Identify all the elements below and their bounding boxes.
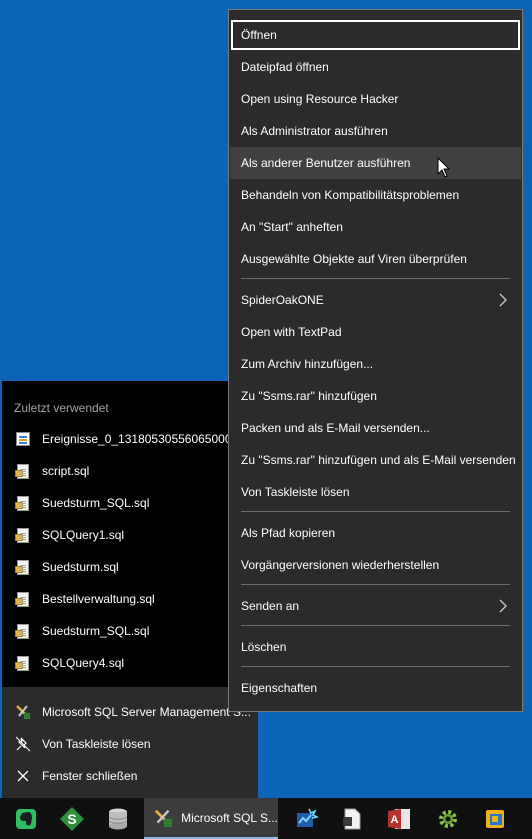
recent-section: Zuletzt verwendet Ereignisse_0_131805305…: [2, 381, 258, 687]
menu-item-virus-scan[interactable]: Ausgewählte Objekte auf Viren überprüfen: [230, 243, 521, 275]
recent-header: Zuletzt verwendet: [14, 401, 109, 415]
menu-item-pin-to-start[interactable]: An "Start" anheften: [230, 211, 521, 243]
taskbar-app-document[interactable]: [330, 798, 374, 839]
sql-file-icon: [15, 559, 31, 575]
unpin-label: Von Taskleiste lösen: [42, 737, 151, 751]
evernote-icon: [16, 808, 36, 829]
context-menu: Öffnen Dateipfad öffnen Open using Resou…: [228, 9, 523, 712]
chevron-right-icon: [499, 599, 507, 613]
recent-item[interactable]: Suedsturm_SQL.sql: [2, 615, 258, 647]
menu-item-resource-hacker[interactable]: Open using Resource Hacker: [230, 83, 521, 115]
taskbar-app-evernote[interactable]: [4, 798, 48, 839]
sql-file-icon: [15, 527, 31, 543]
settings-gear-icon: [439, 809, 457, 828]
recent-item-label: SQLQuery4.sql: [42, 656, 125, 670]
sharepoint-designer-icon: S: [60, 806, 84, 831]
recent-item[interactable]: SQLQuery1.sql: [2, 519, 258, 551]
menu-item-add-to-archive[interactable]: Zum Archiv hinzufügen...: [230, 348, 521, 380]
menu-separator: [241, 278, 510, 279]
document-icon: [343, 808, 361, 829]
recent-item-label: Suedsturm_SQL.sql: [42, 496, 150, 510]
ssms-icon: [154, 809, 173, 827]
mouse-cursor-icon: [437, 157, 451, 178]
access-icon: A: [388, 808, 410, 829]
sql-file-icon: [15, 623, 31, 639]
recent-item[interactable]: Suedsturm.sql: [2, 551, 258, 583]
sql-file-icon: [15, 463, 31, 479]
svg-text:A: A: [391, 814, 399, 826]
taskbar-jump-list: Zuletzt verwendet Ereignisse_0_131805305…: [2, 381, 258, 798]
recent-item-label: Bestellverwaltung.sql: [42, 592, 155, 606]
recent-item[interactable]: SQLQuery4.sql: [2, 647, 258, 679]
recent-item[interactable]: Bestellverwaltung.sql: [2, 583, 258, 615]
close-window-item[interactable]: Fenster schließen: [2, 760, 258, 792]
recent-item-label: script.sql: [42, 464, 90, 478]
ssms-icon: [15, 704, 31, 720]
menu-item-run-as-admin[interactable]: Als Administrator ausführen: [230, 115, 521, 147]
recent-item[interactable]: Ereignisse_0_131805305560650000: [2, 423, 258, 455]
recent-item-label: Ereignisse_0_131805305560650000: [42, 432, 239, 446]
database-icon: [108, 808, 128, 829]
menu-item-unpin-from-taskbar[interactable]: Von Taskleiste lösen: [230, 476, 521, 508]
menu-item-open[interactable]: Öffnen: [230, 19, 521, 51]
outlook-icon: [486, 809, 504, 828]
close-icon: [15, 768, 31, 784]
recent-item[interactable]: script.sql: [2, 455, 258, 487]
menu-item-troubleshoot-compatibility[interactable]: Behandeln von Kompatibilitätsproblemen: [230, 179, 521, 211]
menu-item-run-as-other-user[interactable]: Als anderer Benutzer ausführen: [230, 147, 521, 179]
menu-item-delete[interactable]: Löschen: [230, 631, 521, 663]
event-file-icon: [15, 431, 31, 447]
taskbar-app-outlook[interactable]: [472, 798, 518, 839]
menu-item-spideroak[interactable]: SpiderOakONE: [230, 284, 521, 316]
recent-item-label: Suedsturm.sql: [42, 560, 119, 574]
menu-item-copy-as-path[interactable]: Als Pfad kopieren: [230, 517, 521, 549]
recent-item-label: SQLQuery1.sql: [42, 528, 125, 542]
menu-item-compress-and-email[interactable]: Packen und als E-Mail versenden...: [230, 412, 521, 444]
unpin-icon: [15, 736, 31, 752]
taskbar: S Microsoft SQL S... A: [0, 798, 532, 839]
recent-item[interactable]: Suedsturm_SQL.sql: [2, 487, 258, 519]
menu-item-open-with-textpad[interactable]: Open with TextPad: [230, 316, 521, 348]
sql-file-icon: [15, 591, 31, 607]
sql-file-icon: [15, 655, 31, 671]
menu-separator: [241, 584, 510, 585]
menu-item-open-file-location[interactable]: Dateipfad öffnen: [230, 51, 521, 83]
taskbar-app-access[interactable]: A: [376, 798, 422, 839]
menu-separator: [241, 511, 510, 512]
taskbar-app-sharepoint-designer[interactable]: S: [50, 798, 94, 839]
menu-item-send-to[interactable]: Senden an: [230, 590, 521, 622]
taskbar-app-profiler[interactable]: [284, 798, 328, 839]
profiler-icon: [297, 808, 318, 827]
taskbar-app-database[interactable]: [96, 798, 140, 839]
close-window-label: Fenster schließen: [42, 769, 138, 783]
menu-item-properties[interactable]: Eigenschaften: [230, 672, 521, 704]
sql-file-icon: [15, 495, 31, 511]
open-app-label: Microsoft SQL Server Management S...: [42, 705, 251, 719]
unpin-from-taskbar-item[interactable]: Von Taskleiste lösen: [2, 728, 258, 760]
menu-separator: [241, 666, 510, 667]
menu-item-add-to-rar[interactable]: Zu "Ssms.rar" hinzufügen: [230, 380, 521, 412]
recent-item-label: Suedsturm_SQL.sql: [42, 624, 150, 638]
menu-item-add-to-rar-and-email[interactable]: Zu "Ssms.rar" hinzufügen und als E-Mail …: [230, 444, 521, 476]
open-app-item[interactable]: Microsoft SQL Server Management S...: [2, 696, 258, 728]
chevron-right-icon: [499, 293, 507, 307]
taskbar-app-ssms-active[interactable]: Microsoft SQL S...: [144, 798, 278, 839]
svg-text:S: S: [67, 811, 76, 827]
menu-separator: [241, 625, 510, 626]
taskbar-active-label: Microsoft SQL S...: [181, 810, 278, 825]
taskbar-app-settings[interactable]: [426, 798, 470, 839]
menu-item-restore-previous-versions[interactable]: Vorgängerversionen wiederherstellen: [230, 549, 521, 581]
